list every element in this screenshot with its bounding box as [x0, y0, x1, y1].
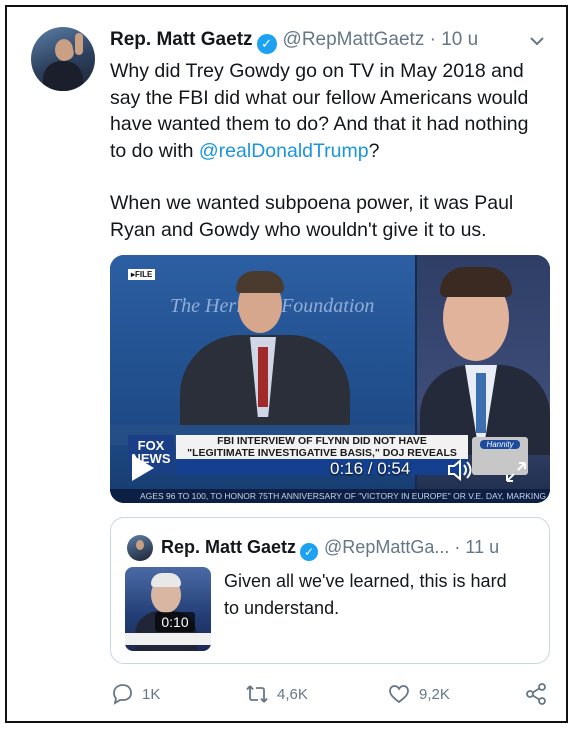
quoted-avatar[interactable]	[127, 535, 153, 561]
tweet-text: Why did Trey Gowdy go on TV in May 2018 …	[110, 58, 550, 243]
reply-icon	[113, 684, 132, 705]
quoted-tweet[interactable]: Rep. Matt Gaetz ✓ @RepMattGa... · 11 u 0:1…	[110, 517, 550, 664]
tweet-text-part2: ?	[368, 139, 380, 162]
play-icon[interactable]	[132, 455, 154, 481]
separator-dot: ·	[454, 537, 461, 557]
tweet-timestamp[interactable]: 10 u	[441, 29, 478, 50]
quoted-tweet-text: Given all we've learned, this is hard to…	[224, 571, 507, 618]
verified-badge-icon: ✓	[256, 34, 277, 54]
avatar[interactable]	[31, 27, 95, 91]
video-time: 0:16 / 0:54	[330, 459, 411, 478]
tweet-text-paragraph2: When we wanted subpoena power, it was Pa…	[110, 192, 514, 241]
verified-badge-icon: ✓	[300, 543, 319, 561]
reply-button[interactable]: 1K	[110, 680, 160, 708]
tweet-actions: 1K 4,6K 9,2K	[110, 680, 550, 708]
quoted-video-thumbnail[interactable]: 0:10	[125, 567, 211, 651]
author-name[interactable]: Rep. Matt Gaetz	[110, 29, 253, 50]
like-button[interactable]: 9,2K	[387, 680, 450, 708]
retweet-icon	[246, 685, 268, 703]
quoted-video-duration: 0:10	[155, 612, 195, 632]
quoted-tweet-header: Rep. Matt Gaetz ✓ @RepMattGa... · 11 u	[161, 537, 499, 561]
retweet-count: 4,6K	[277, 685, 308, 703]
news-ticker: AGES 96 TO 100, TO HONOR 75TH ANNIVERSAR…	[110, 489, 550, 503]
tweet-header: Rep. Matt Gaetz ✓ @RepMattGaetz · 10 u	[110, 29, 540, 55]
retweet-button[interactable]: 4,6K	[245, 680, 308, 708]
author-handle[interactable]: @RepMattGaetz	[283, 29, 425, 50]
chevron-down-icon[interactable]	[529, 31, 545, 52]
share-icon	[526, 683, 546, 705]
like-count: 9,2K	[419, 685, 450, 703]
quoted-author-name: Rep. Matt Gaetz	[161, 537, 297, 557]
show-badge-label: Hannity	[480, 440, 520, 449]
headline-line1: FBI INTERVIEW OF FLYNN DID NOT HAVE	[217, 435, 427, 447]
news-headline: FBI INTERVIEW OF FLYNN DID NOT HAVE "LEG…	[176, 435, 468, 459]
fullscreen-icon[interactable]	[504, 460, 528, 484]
heart-icon	[389, 685, 409, 704]
mention-link[interactable]: @realDonaldTrump	[199, 140, 369, 162]
headline-line2: "LEGITIMATE INVESTIGATIVE BASIS," DOJ RE…	[187, 447, 457, 459]
volume-icon[interactable]	[446, 458, 476, 482]
file-tag: ▸FILE	[128, 269, 156, 280]
reply-count: 1K	[142, 685, 161, 703]
quoted-timestamp: 11 u	[465, 537, 500, 557]
video-player[interactable]: The Heritage Foundation ▸FILE FOX NEWS F…	[110, 255, 550, 503]
separator-dot: ·	[429, 29, 436, 50]
share-button[interactable]	[524, 680, 556, 708]
quoted-author-handle: @RepMattGa...	[324, 537, 450, 557]
